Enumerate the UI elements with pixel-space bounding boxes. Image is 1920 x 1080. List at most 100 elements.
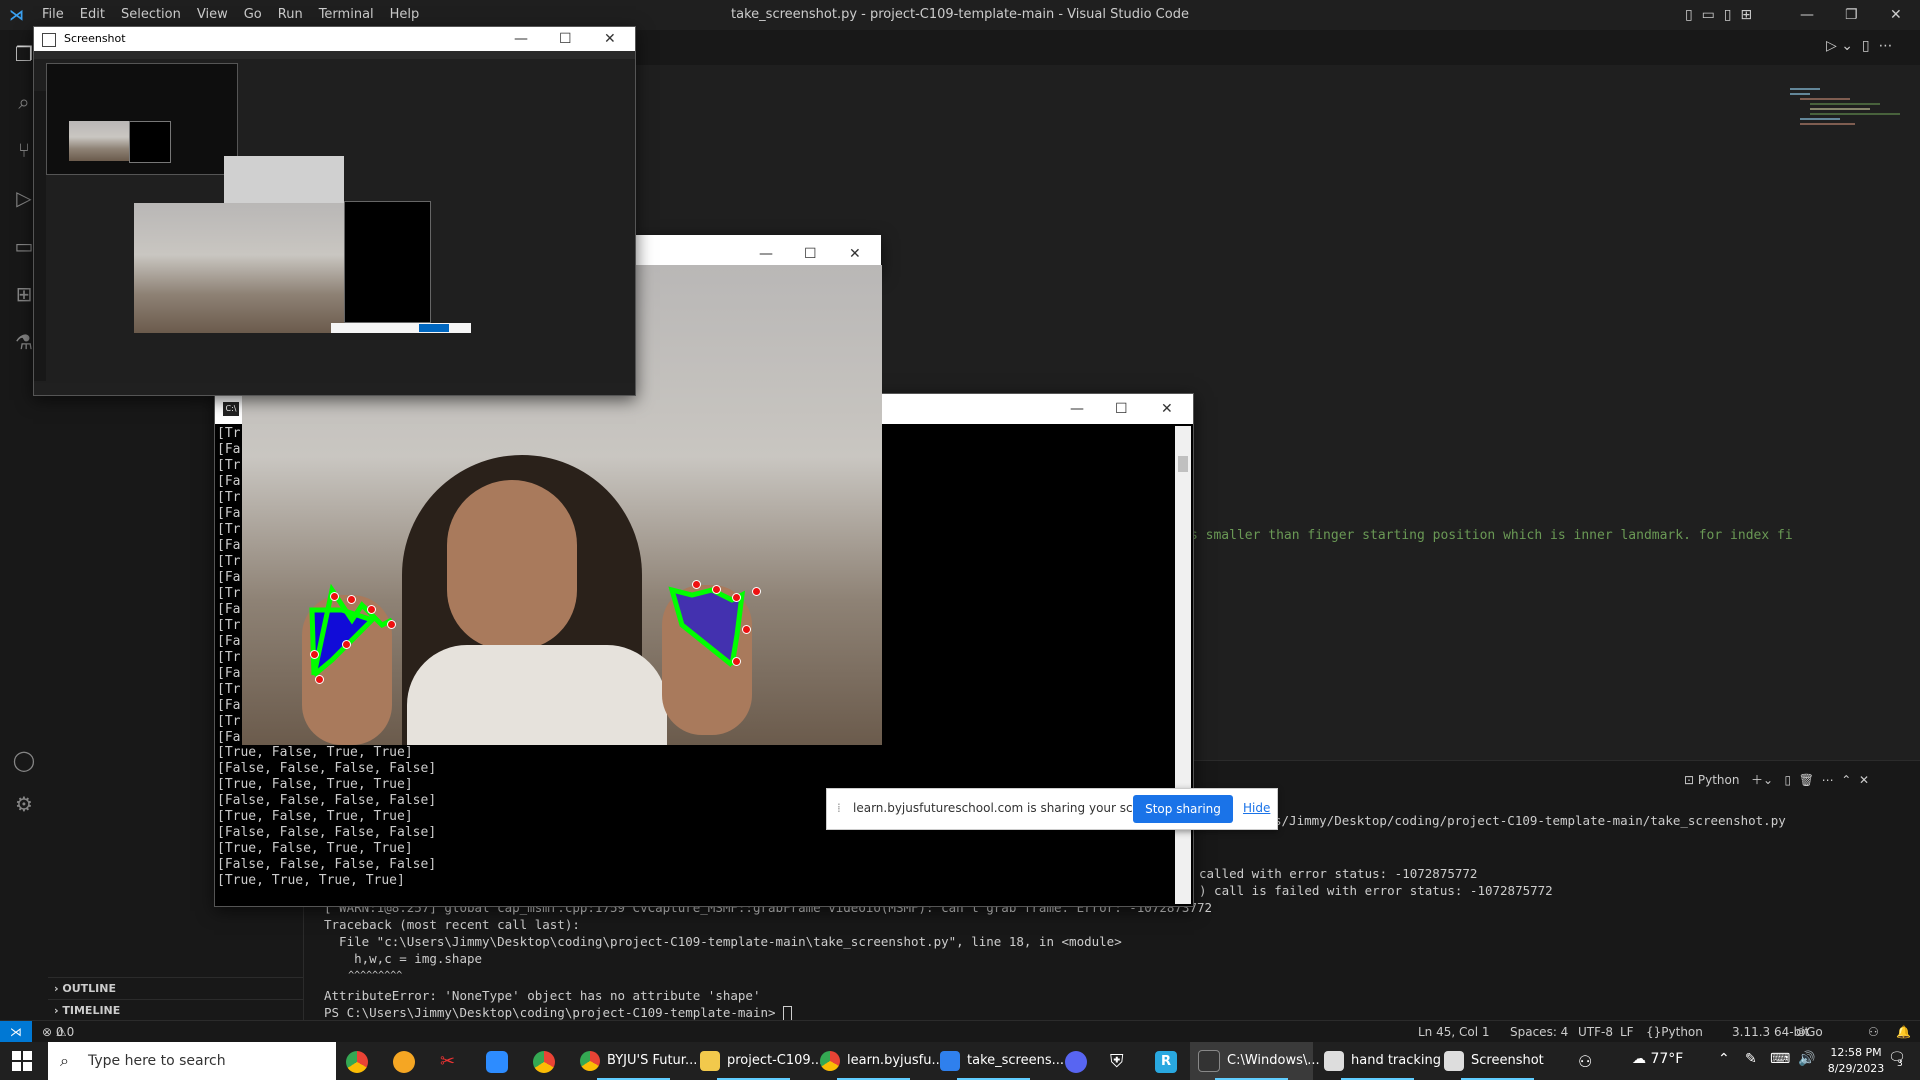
taskbar-app-hand-tracking[interactable]: hand tracking <box>1316 1042 1442 1080</box>
close-icon[interactable]: ✕ <box>604 27 616 51</box>
accounts-icon[interactable]: ⚇ <box>1868 1021 1879 1043</box>
taskbar-app-byjus[interactable]: BYJU'S Futur... <box>572 1042 698 1080</box>
terminal-name[interactable]: Python <box>1698 773 1740 787</box>
taskbar-app-label: hand tracking <box>1351 1053 1442 1068</box>
chrome-icon[interactable] <box>533 1051 555 1073</box>
minimize-icon[interactable]: — <box>514 27 528 51</box>
taskbar-app-screenshot[interactable]: Screenshot <box>1436 1042 1559 1080</box>
landmark-dot <box>342 640 351 649</box>
problems-indicator[interactable]: ⊗ 0 ⚠ 0 <box>42 1021 74 1043</box>
person-face <box>447 480 577 650</box>
pen-icon[interactable]: ✎ <box>1745 1051 1757 1067</box>
indentation[interactable]: Spaces: 4 <box>1510 1021 1568 1043</box>
taskbar-app-label: BYJU'S Futur... <box>607 1053 698 1068</box>
close-panel-icon[interactable]: ✕ <box>1859 773 1869 787</box>
minimap[interactable] <box>1790 85 1910 225</box>
cmd-line: [Fa <box>217 442 241 457</box>
scrollbar[interactable] <box>1175 426 1191 904</box>
restore-icon[interactable]: ❐ <box>1845 0 1858 30</box>
chevron-down-icon[interactable]: ⌄ <box>1763 773 1773 787</box>
taskbar-app-explorer[interactable]: project-C109... <box>692 1042 823 1080</box>
person-shirt <box>407 645 667 745</box>
new-terminal-icon[interactable]: ＋ <box>1751 773 1763 787</box>
search-icon: ⌕ <box>60 1051 69 1070</box>
cloud-icon: ☁ <box>1632 1051 1646 1067</box>
people-icon[interactable]: ⚇ <box>1578 1052 1592 1071</box>
minimize-icon[interactable]: — <box>1070 394 1084 424</box>
keyboard-icon[interactable]: ⌨ <box>1770 1051 1790 1067</box>
snip-tool-icon[interactable]: ✂ <box>440 1051 462 1073</box>
chrome-icon[interactable] <box>346 1051 368 1073</box>
maximize-icon[interactable]: ☐ <box>559 27 572 51</box>
chrome-icon <box>580 1050 600 1071</box>
chevron-down-icon[interactable]: ⌄ <box>1841 38 1853 54</box>
prompt-text: PS C:\Users\Jimmy\Desktop\coding\project… <box>324 1005 784 1020</box>
windows-start-icon[interactable] <box>12 1051 32 1071</box>
taskbar-app-cmd[interactable]: C:\Windows\... <box>1190 1042 1320 1080</box>
terminal-line: AttributeError: 'NoneType' object has no… <box>324 988 761 1003</box>
drag-handle-icon[interactable]: ⁞ <box>837 801 841 815</box>
toggle-secondary-sidebar-icon[interactable]: ▯ <box>1724 7 1732 23</box>
split-editor-icon[interactable]: ▯ <box>1862 38 1870 54</box>
terminal-error-2: ) call is failed with error status: -107… <box>1199 883 1553 898</box>
more-actions-icon[interactable]: ⋯ <box>1879 38 1893 54</box>
zoom-icon[interactable] <box>486 1051 508 1073</box>
maximize-icon[interactable]: ☐ <box>1115 394 1128 424</box>
screenshot-window-titlebar[interactable]: Screenshot — ☐ ✕ <box>34 27 635 51</box>
vscode-icon <box>940 1050 960 1071</box>
clock[interactable]: 12:58 PM 8/29/2023 <box>1826 1045 1886 1077</box>
notifications-icon[interactable]: 🗨 3 <box>1888 1050 1910 1072</box>
landmark-dot <box>387 620 396 629</box>
terminal-error-1: called with error status: -1072875772 <box>1199 866 1478 881</box>
taskbar-app-label: C:\Windows\... <box>1227 1053 1320 1068</box>
discord-icon[interactable] <box>1065 1051 1087 1073</box>
maximize-panel-icon[interactable]: ⌃ <box>1841 773 1851 787</box>
windows-taskbar: ⌕ Type here to search ✂ BYJU'S Futur... … <box>0 1042 1920 1080</box>
close-icon[interactable]: ✕ <box>1890 0 1902 30</box>
taskbar-app-learn[interactable]: learn.byjusfu... <box>812 1042 944 1080</box>
minimize-icon[interactable]: — <box>1800 0 1814 30</box>
encoding[interactable]: UTF-8 <box>1578 1021 1613 1043</box>
chevron-up-icon[interactable]: ⌃ <box>1718 1051 1730 1067</box>
trash-icon[interactable]: 🗑 <box>1799 773 1814 787</box>
go-live[interactable]: ⊚ Go Live <box>1796 1021 1831 1061</box>
outline-section[interactable]: › OUTLINE <box>48 977 303 1000</box>
account-icon[interactable]: ◯ <box>12 748 36 772</box>
hide-link[interactable]: Hide <box>1243 801 1270 815</box>
run-python-icon[interactable]: ▷ <box>1826 38 1837 54</box>
taskbar-search[interactable]: ⌕ Type here to search <box>48 1042 336 1080</box>
screenshot-image <box>34 51 635 395</box>
close-icon[interactable]: ✕ <box>1161 394 1173 424</box>
taskbar-app-vscode[interactable]: take_screens... <box>932 1042 1064 1080</box>
screenshot-window-title: Screenshot <box>64 32 126 45</box>
manage-gear-icon[interactable]: ⚙ <box>12 792 36 816</box>
cmd-line: [Tr <box>217 586 241 601</box>
weather-app-icon[interactable] <box>393 1051 415 1073</box>
timeline-section[interactable]: › TIMELINE <box>48 999 303 1022</box>
scrollbar-thumb[interactable] <box>1178 456 1188 472</box>
terminal-icon: ⊡ <box>1684 773 1695 787</box>
terminal-output[interactable]: [ WARN:1@8.257] global cap_msmf.cpp:1759… <box>324 899 1212 1022</box>
landmark-dot <box>742 625 751 634</box>
stop-sharing-button[interactable]: Stop sharing <box>1133 795 1233 823</box>
toggle-sidebar-icon[interactable]: ▯ <box>1685 7 1693 23</box>
toggle-panel-icon[interactable]: ▭ <box>1702 7 1715 23</box>
line-ending[interactable]: LF <box>1620 1021 1634 1043</box>
customize-layout-icon[interactable]: ⊞ <box>1740 7 1752 23</box>
language-mode[interactable]: {} Python <box>1646 1021 1703 1043</box>
cursor-position[interactable]: Ln 45, Col 1 <box>1418 1021 1490 1043</box>
cmd-line: [False, False, False, False] <box>217 761 437 776</box>
split-terminal-icon[interactable]: ▯ <box>1784 773 1791 787</box>
left-hand-landmarks <box>309 583 394 677</box>
r-app-icon[interactable]: R <box>1155 1051 1177 1073</box>
remote-indicator-icon[interactable]: ⋊ <box>0 1021 32 1043</box>
screenshot-window[interactable]: Screenshot — ☐ ✕ <box>33 26 636 396</box>
landmark-dot <box>315 675 324 684</box>
weather-widget[interactable]: ☁ 77°F <box>1632 1051 1683 1067</box>
volume-icon[interactable]: 🔊 <box>1798 1051 1815 1067</box>
taskbar-app-label: learn.byjusfu... <box>847 1053 944 1068</box>
shield-icon[interactable]: ⛨ <box>1110 1051 1132 1073</box>
screenshot-app-icon <box>42 33 56 47</box>
bell-icon[interactable]: 🔔 <box>1896 1021 1911 1043</box>
more-actions-icon[interactable]: ⋯ <box>1822 773 1834 787</box>
